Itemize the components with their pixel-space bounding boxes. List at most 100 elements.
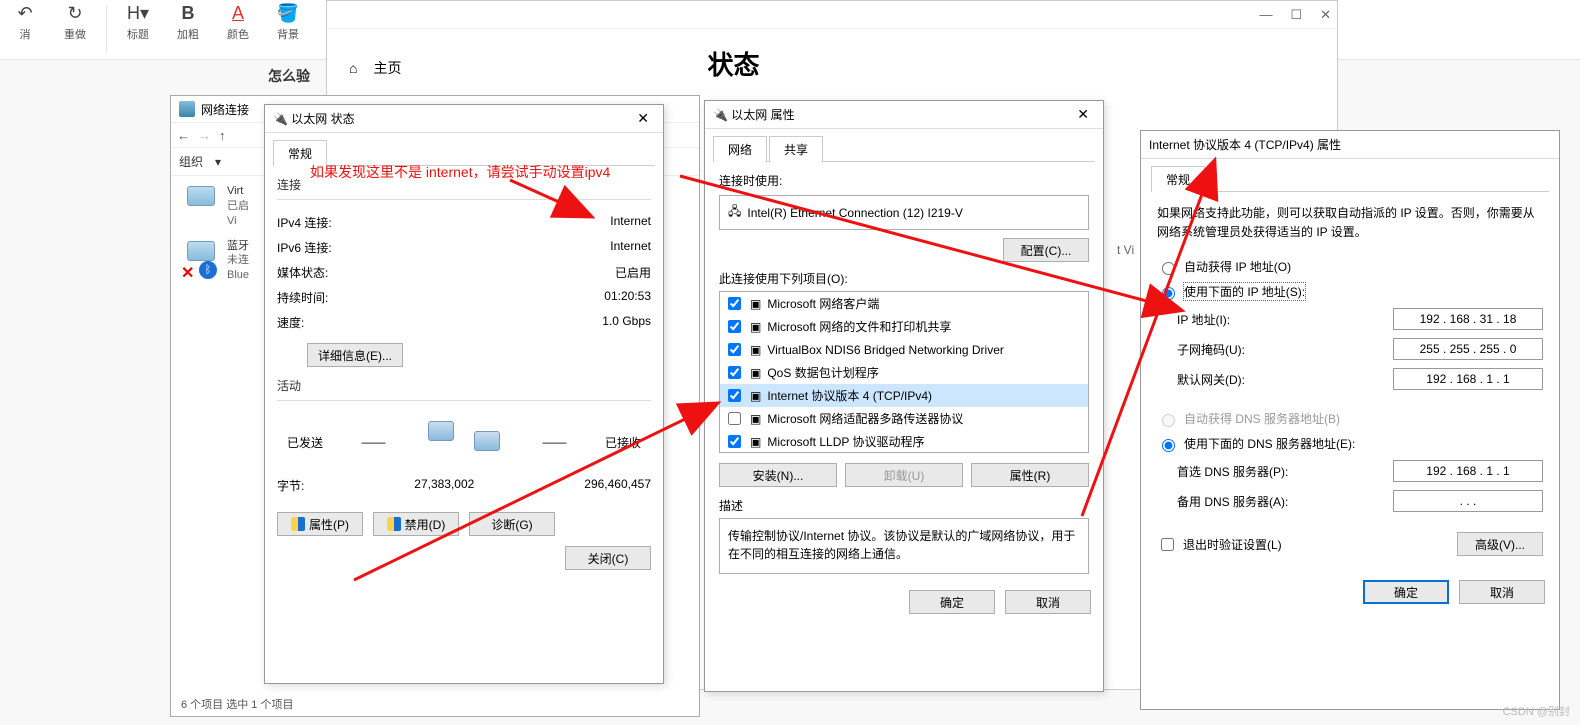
ethernet-icon: 🔌: [273, 112, 288, 126]
diagnose-button[interactable]: 诊断(G): [469, 512, 555, 536]
details-button[interactable]: 详细信息(E)...: [307, 343, 403, 367]
cancel-button[interactable]: 取消: [1459, 580, 1545, 604]
bold-icon: B: [182, 2, 195, 24]
ip-address-field[interactable]: 192 . 168 . 31 . 18: [1393, 308, 1543, 330]
protocol-item[interactable]: ▣Microsoft 网络客户端: [720, 292, 1088, 315]
shield-icon: [387, 517, 401, 531]
protocol-checkbox[interactable]: [728, 412, 741, 425]
subnet-mask-field[interactable]: 255 . 255 . 255 . 0: [1393, 338, 1543, 360]
dns2-field[interactable]: . . .: [1393, 490, 1543, 512]
redo-button[interactable]: ↻重做: [50, 2, 100, 42]
protocol-checkbox[interactable]: [728, 435, 741, 448]
disable-button[interactable]: 禁用(D): [373, 512, 459, 536]
maximize-icon[interactable]: ☐: [1290, 7, 1302, 23]
radio-manual-ip[interactable]: [1162, 287, 1175, 300]
organize-menu[interactable]: 组织: [179, 153, 203, 170]
minimize-icon[interactable]: —: [1259, 7, 1272, 23]
protocol-icon: ▣: [750, 435, 761, 449]
radio-manual-dns[interactable]: [1162, 439, 1175, 452]
undo-button[interactable]: ↶消: [0, 2, 50, 42]
gateway-field[interactable]: 192 . 168 . 1 . 1: [1393, 368, 1543, 390]
heading-button[interactable]: H▾标题: [113, 2, 163, 42]
bold-button[interactable]: B加粗: [163, 2, 213, 42]
protocol-icon: ▣: [750, 320, 761, 334]
adapter-icon: [181, 184, 221, 224]
tab-general[interactable]: 常规: [273, 140, 327, 166]
advanced-button[interactable]: 高级(V)...: [1457, 532, 1543, 556]
ok-button[interactable]: 确定: [1363, 580, 1449, 604]
obscured-text: t Vi: [1117, 243, 1134, 257]
fwd-icon[interactable]: →: [198, 128, 211, 143]
watermark: CSDN @别封: [1503, 703, 1570, 719]
close-button[interactable]: 关闭(C): [565, 546, 651, 570]
adapter-name-box: 🖧Intel(R) Ethernet Connection (12) I219-…: [719, 195, 1089, 230]
home-icon[interactable]: ⌂: [349, 60, 357, 76]
bytes-sent: 27,383,002: [304, 477, 584, 494]
properties-button[interactable]: 属性(P): [277, 512, 363, 536]
hidden-doc-text: 怎么验: [268, 66, 310, 86]
ipv4-properties-dialog: Internet 协议版本 4 (TCP/IPv4) 属性 常规 如果网络支持此…: [1140, 130, 1560, 710]
status-bar: 6 个项目 选中 1 个项目: [181, 696, 293, 712]
activity-section: 活动: [277, 377, 651, 401]
ipv4-connectivity: Internet: [610, 214, 651, 231]
protocol-item[interactable]: ▣QoS 数据包计划程序: [720, 361, 1088, 384]
protocol-checkbox[interactable]: [728, 389, 741, 402]
radio-auto-dns: [1162, 414, 1175, 427]
heading-icon: H▾: [127, 2, 149, 24]
protocol-item[interactable]: ▣Microsoft 网络的文件和打印机共享: [720, 315, 1088, 338]
nic-icon: 🖧: [728, 202, 741, 223]
close-icon[interactable]: ✕: [1071, 106, 1095, 123]
ipv4-intro: 如果网络支持此功能，则可以获取自动指派的 IP 设置。否则，你需要从网络系统管理…: [1141, 192, 1559, 254]
description-box: 传输控制协议/Internet 协议。该协议是默认的广域网络协议，用于在不同的相…: [719, 518, 1089, 574]
bucket-icon: 🪣: [277, 2, 299, 24]
ethprops-title: 以太网 属性: [731, 106, 794, 123]
protocol-checkbox[interactable]: [728, 320, 741, 333]
protocol-item[interactable]: ▣Internet 协议版本 4 (TCP/IPv4): [720, 384, 1088, 407]
ipv4-title: Internet 协议版本 4 (TCP/IPv4) 属性: [1149, 136, 1341, 153]
protocol-item[interactable]: ▣VirtualBox NDIS6 Bridged Networking Dri…: [720, 338, 1088, 361]
tab-network[interactable]: 网络: [713, 136, 767, 162]
install-button[interactable]: 安装(N)...: [719, 463, 837, 487]
protocol-icon: ▣: [750, 412, 761, 426]
ethstatus-title: 以太网 状态: [291, 110, 354, 127]
ethernet-status-dialog: 🔌 以太网 状态✕ 常规 连接 IPv4 连接:Internet IPv6 连接…: [264, 104, 664, 684]
netconn-title: 网络连接: [201, 101, 249, 118]
close-icon[interactable]: ✕: [631, 110, 655, 127]
uninstall-button: 卸载(U): [845, 463, 963, 487]
configure-button[interactable]: 配置(C)...: [1003, 238, 1089, 262]
protocol-checkbox[interactable]: [728, 366, 741, 379]
color-icon: A: [232, 2, 244, 24]
connection-section: 连接: [277, 176, 651, 200]
protocol-item[interactable]: ▣Microsoft 网络适配器多路传送器协议: [720, 407, 1088, 430]
ok-button[interactable]: 确定: [909, 590, 995, 614]
undo-icon: ↶: [17, 2, 32, 24]
bytes-recv: 296,460,457: [584, 477, 651, 494]
protocol-list[interactable]: ▣Microsoft 网络客户端▣Microsoft 网络的文件和打印机共享▣V…: [719, 291, 1089, 453]
protocol-icon: ▣: [750, 297, 761, 311]
netconn-icon: [179, 101, 195, 117]
color-button[interactable]: A颜色: [213, 2, 263, 42]
protocol-icon: ▣: [750, 389, 761, 403]
protocol-checkbox[interactable]: [728, 343, 741, 356]
settings-heading: 状态: [707, 45, 759, 82]
validate-checkbox[interactable]: [1161, 538, 1174, 551]
radio-auto-ip[interactable]: [1162, 262, 1175, 275]
protocol-item[interactable]: ▣Microsoft LLDP 协议驱动程序: [720, 430, 1088, 453]
shield-icon: [291, 517, 305, 531]
tab-general[interactable]: 常规: [1151, 166, 1205, 192]
back-icon[interactable]: ←: [177, 128, 190, 143]
up-icon[interactable]: ↑: [219, 128, 226, 143]
home-label[interactable]: 主页: [373, 58, 401, 78]
activity-icon: [424, 417, 504, 467]
cancel-button[interactable]: 取消: [1005, 590, 1091, 614]
item-properties-button[interactable]: 属性(R): [971, 463, 1089, 487]
separator: [106, 6, 107, 52]
tab-sharing[interactable]: 共享: [769, 136, 823, 162]
background-button[interactable]: 🪣背景: [263, 2, 313, 42]
dns1-field[interactable]: 192 . 168 . 1 . 1: [1393, 460, 1543, 482]
protocol-checkbox[interactable]: [728, 297, 741, 310]
ipv6-connectivity: Internet: [610, 239, 651, 256]
redo-icon: ↻: [67, 2, 82, 24]
protocol-icon: ▣: [750, 366, 761, 380]
close-icon[interactable]: ✕: [1320, 7, 1331, 23]
